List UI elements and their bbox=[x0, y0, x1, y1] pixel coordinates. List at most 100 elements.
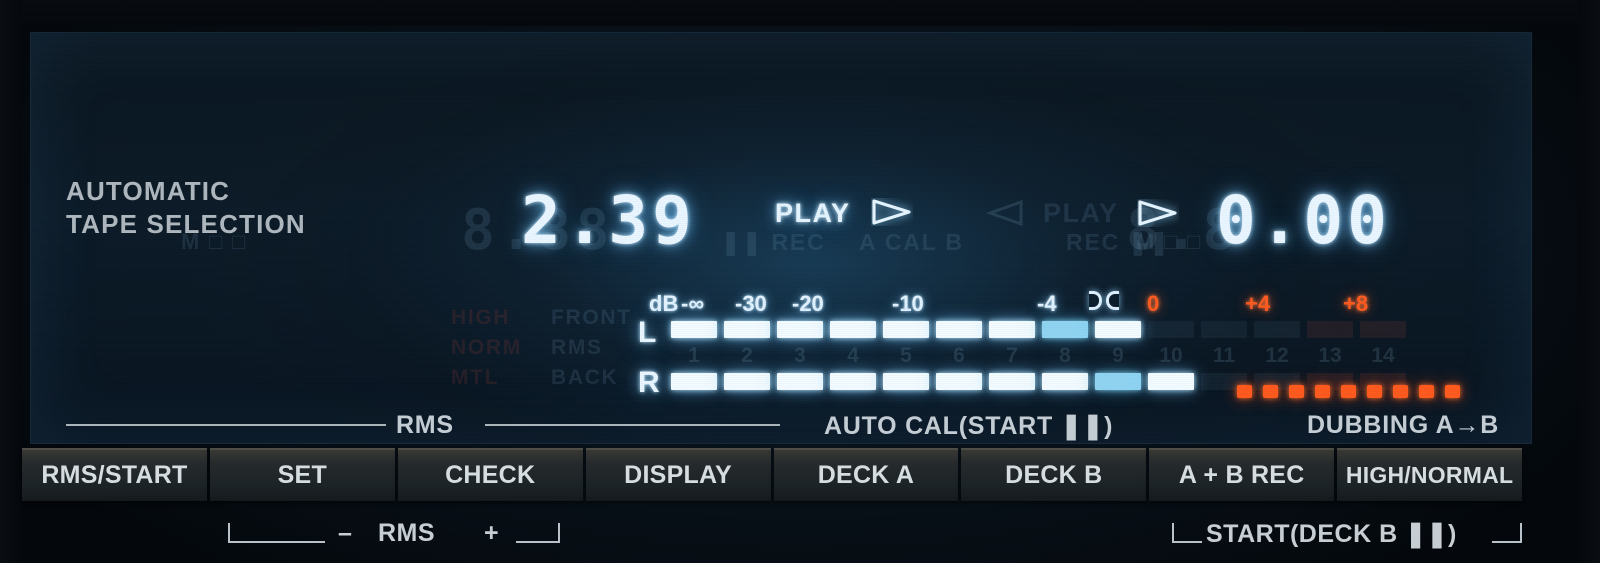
play-indicator-deck-b: PLAY bbox=[985, 198, 1179, 229]
meter-segment bbox=[830, 373, 876, 390]
peak-dot bbox=[1289, 385, 1304, 398]
chassis-top-edge bbox=[0, 0, 1600, 26]
meter-segment bbox=[1307, 321, 1353, 338]
rms-group-label: RMS bbox=[396, 411, 454, 439]
button-set[interactable]: SET bbox=[209, 448, 395, 501]
play-triangle-right-icon bbox=[871, 198, 913, 226]
meter-segment bbox=[671, 321, 717, 338]
meter-segment bbox=[1095, 373, 1141, 390]
chassis-right-edge bbox=[1578, 0, 1600, 563]
meter-channel-label-right: R bbox=[638, 366, 662, 399]
db-scale: dB -∞ -30 -20 -10 -4 0 +4 +8 bbox=[649, 291, 1409, 317]
meter-segment bbox=[777, 321, 823, 338]
peak-dot bbox=[1237, 385, 1252, 398]
peak-dot bbox=[1341, 385, 1356, 398]
track-number: 1 bbox=[688, 344, 700, 367]
tape-type-high-indicator: HIGH bbox=[451, 306, 511, 329]
mode-back-indicator: BACK bbox=[551, 366, 619, 389]
db-tick--inf: -∞ bbox=[681, 291, 705, 316]
meter-segment bbox=[989, 373, 1035, 390]
rms-rule-left bbox=[66, 424, 386, 426]
tape-counter-deck-a: 2.39 bbox=[521, 182, 696, 259]
db-tick--30: -30 bbox=[735, 291, 767, 316]
meter-segment bbox=[671, 373, 717, 390]
meter-segment bbox=[1095, 321, 1141, 338]
memo-indicator-left: M □ □ bbox=[181, 229, 247, 254]
silkscreen-strip-upper: RMS AUTO CAL(START ❚❚) DUBBING A→B bbox=[30, 405, 1530, 445]
meter-channel-label-left: L bbox=[638, 316, 659, 349]
memo-indicator-right: M □ □ bbox=[1136, 229, 1202, 254]
mode-rms-indicator: RMS bbox=[551, 336, 603, 359]
peak-dot bbox=[1367, 385, 1382, 398]
level-meter-left bbox=[671, 321, 1406, 338]
rms-minus-label: – bbox=[338, 519, 353, 547]
chassis-left-edge bbox=[0, 0, 22, 563]
peak-dot bbox=[1315, 385, 1330, 398]
button-display[interactable]: DISPLAY bbox=[585, 448, 771, 501]
peak-dot bbox=[1419, 385, 1434, 398]
meter-segment bbox=[1042, 373, 1088, 390]
rms-bracket-left bbox=[228, 523, 325, 543]
track-number-strip: 1 2 3 4 5 6 7 8 9 10 11 12 13 14 bbox=[671, 344, 1431, 368]
track-number: 14 bbox=[1371, 344, 1395, 367]
meter-segment bbox=[883, 321, 929, 338]
label-line-1: AUTOMATIC bbox=[66, 176, 231, 206]
auto-cal-group-label: AUTO CAL(START ❚❚) bbox=[824, 412, 1114, 440]
track-number: 3 bbox=[794, 344, 806, 367]
track-number: 13 bbox=[1318, 344, 1342, 367]
track-number: 10 bbox=[1159, 344, 1183, 367]
tape-type-norm-indicator: NORM bbox=[451, 336, 522, 359]
meter-segment bbox=[936, 321, 982, 338]
meter-segment bbox=[777, 373, 823, 390]
mode-front-indicator: FRONT bbox=[551, 306, 632, 329]
track-number: 11 bbox=[1212, 344, 1236, 367]
button-rms-start[interactable]: RMS/START bbox=[22, 448, 207, 501]
rms-plus-label: + bbox=[484, 519, 500, 547]
meter-segment bbox=[1148, 321, 1194, 338]
play-triangle-right-icon-b bbox=[1137, 199, 1179, 227]
peak-dot bbox=[1263, 385, 1278, 398]
button-high-normal[interactable]: HIGH/NORMAL bbox=[1337, 448, 1522, 501]
db-tick-dB: dB bbox=[649, 291, 679, 316]
meter-segment bbox=[1254, 321, 1300, 338]
meter-segment bbox=[936, 373, 982, 390]
meter-segment bbox=[1042, 321, 1088, 338]
track-number: 8 bbox=[1059, 344, 1071, 367]
db-tick-+8: +8 bbox=[1343, 291, 1369, 316]
tape-counter-deck-b: 0.00 bbox=[1216, 182, 1391, 259]
button-deck-b[interactable]: DECK B bbox=[961, 448, 1147, 501]
start-bracket-left bbox=[1172, 523, 1202, 543]
button-check[interactable]: CHECK bbox=[397, 448, 583, 501]
play-triangle-left-icon bbox=[985, 199, 1024, 227]
cassette-deck-front-panel: AUTOMATIC TAPE SELECTION 8.88 8.8 2.39 0… bbox=[0, 0, 1600, 563]
track-number: 4 bbox=[847, 344, 859, 367]
meter-segment bbox=[830, 321, 876, 338]
meter-segment bbox=[989, 321, 1035, 338]
meter-segment bbox=[724, 373, 770, 390]
play-label-a: PLAY bbox=[775, 198, 850, 228]
meter-segment bbox=[724, 321, 770, 338]
rms-lower-label: RMS bbox=[378, 519, 436, 547]
button-a-b-rec[interactable]: A + B REC bbox=[1149, 448, 1335, 501]
db-tick--20: -20 bbox=[792, 291, 824, 316]
peak-dot bbox=[1393, 385, 1408, 398]
rms-bracket-right bbox=[516, 523, 560, 543]
db-tick--4: -4 bbox=[1037, 291, 1057, 316]
track-number: 6 bbox=[953, 344, 965, 367]
meter-segment bbox=[883, 373, 929, 390]
button-deck-a[interactable]: DECK A bbox=[773, 448, 959, 501]
db-tick-+4: +4 bbox=[1245, 291, 1271, 316]
auto-cal-ab-indicator: A CAL B bbox=[859, 229, 964, 255]
button-row: RMS/START SET CHECK DISPLAY DECK A DECK BA + … bbox=[22, 448, 1522, 501]
db-tick--10: -10 bbox=[892, 291, 924, 316]
play-label-b: PLAY bbox=[1043, 198, 1119, 228]
track-number: 12 bbox=[1265, 344, 1289, 367]
pause-rec-indicator-a: ❚❚ REC bbox=[721, 229, 826, 255]
track-number: 5 bbox=[900, 344, 912, 367]
start-deck-b-label: START(DECK B ❚❚) bbox=[1206, 520, 1457, 548]
track-number: 7 bbox=[1006, 344, 1018, 367]
db-tick-0: 0 bbox=[1147, 291, 1160, 316]
silkscreen-strip-lower: – RMS + START(DECK B ❚❚) bbox=[0, 505, 1600, 563]
dubbing-group-label: DUBBING A→B bbox=[1307, 411, 1500, 439]
meter-segment bbox=[1360, 321, 1406, 338]
